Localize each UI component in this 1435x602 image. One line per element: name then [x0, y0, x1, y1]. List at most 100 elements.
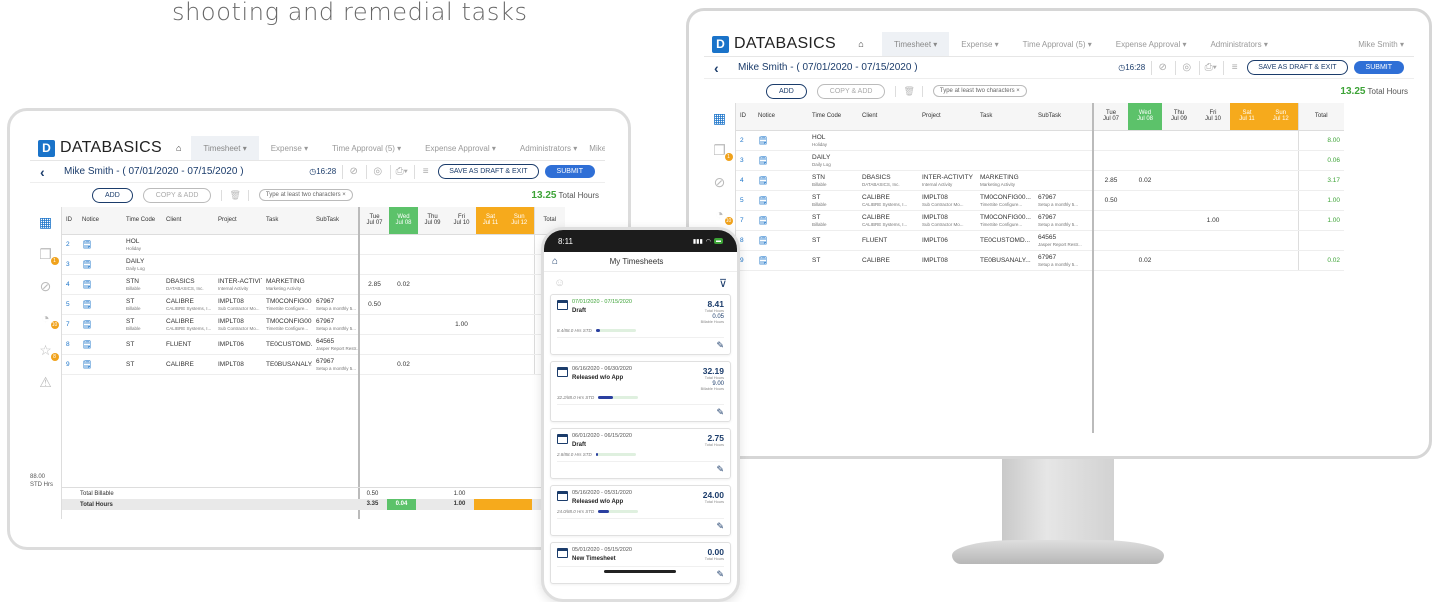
- hours-cell[interactable]: 0.02: [389, 354, 418, 375]
- hours-cell[interactable]: 0.02: [1128, 170, 1162, 191]
- hours-cell[interactable]: [389, 334, 418, 355]
- row-id[interactable]: 9: [62, 354, 78, 375]
- hours-cell[interactable]: [476, 234, 505, 255]
- hours-cell[interactable]: [1094, 210, 1128, 231]
- table-row[interactable]: 9 🗒︎ ST CALIBRE IMPLT08 TE0BUSANALY... 67967…: [62, 354, 358, 375]
- column-header-3[interactable]: Client: [858, 103, 918, 131]
- nav-item-2[interactable]: Time Approval (5) ▾: [1011, 32, 1104, 56]
- hours-cell[interactable]: 0.02: [1128, 250, 1162, 271]
- timesheet-icon[interactable]: ▦: [37, 213, 55, 231]
- hours-cell[interactable]: 0.50: [360, 294, 389, 315]
- hours-cell[interactable]: [1128, 210, 1162, 231]
- column-header-0[interactable]: ID: [62, 207, 78, 235]
- table-row[interactable]: 8 🗒︎ ST FLUENT IMPLT06 TE0CUSTOMD... 64565 Ja…: [62, 334, 358, 355]
- table-row[interactable]: 2 🗒︎ HOL Holiday: [62, 234, 358, 255]
- row-id[interactable]: 5: [62, 294, 78, 315]
- table-row[interactable]: 4 🗒︎ STN Billable DBASICS DATABASICS, Inc. I…: [62, 274, 358, 295]
- smiley-icon[interactable]: ☺: [554, 277, 565, 289]
- table-row[interactable]: 9 🗒︎ ST CALIBRE IMPLT08 TE0BUSANALY... 67967…: [736, 250, 1092, 271]
- no-entry-icon[interactable]: ⊘: [1151, 60, 1169, 75]
- timesheet-card[interactable]: 07/01/2020 - 07/15/2020 Draft 8.41 Total…: [550, 294, 731, 355]
- notice-icon[interactable]: 🗒︎: [82, 280, 92, 289]
- hours-cell[interactable]: [447, 274, 476, 295]
- row-id[interactable]: 3: [62, 254, 78, 275]
- hours-cell[interactable]: [1094, 250, 1128, 271]
- user-menu[interactable]: Mike Smith ▾: [1358, 40, 1414, 49]
- hours-cell[interactable]: [476, 314, 505, 335]
- hours-cell[interactable]: [1230, 230, 1264, 251]
- hours-cell[interactable]: [447, 254, 476, 275]
- menu-icon[interactable]: ≡: [1223, 60, 1241, 75]
- submit-button[interactable]: SUBMIT: [1353, 61, 1404, 74]
- copy-add-button[interactable]: COPY & ADD: [142, 187, 212, 203]
- nav-item-1[interactable]: Expense ▾: [949, 32, 1010, 56]
- hours-cell[interactable]: [389, 314, 418, 335]
- hours-cell[interactable]: 0.50: [1094, 190, 1128, 211]
- column-header-2[interactable]: Time Code: [808, 103, 858, 131]
- documents-icon[interactable]: ❐ 1: [37, 245, 59, 265]
- column-header-1[interactable]: Notice: [754, 103, 808, 131]
- nav-item-4[interactable]: Administrators ▾: [1198, 32, 1279, 56]
- hours-cell[interactable]: [418, 354, 447, 375]
- hours-cell[interactable]: [1196, 190, 1230, 211]
- hours-cell[interactable]: [505, 274, 534, 295]
- back-arrow-icon[interactable]: ‹: [40, 164, 54, 180]
- hours-cell[interactable]: [1162, 150, 1196, 171]
- column-header-0[interactable]: ID: [736, 103, 754, 131]
- hours-cell[interactable]: [389, 294, 418, 315]
- row-id[interactable]: 7: [736, 210, 754, 231]
- hours-cell[interactable]: [1196, 150, 1230, 171]
- hours-cell[interactable]: [1196, 130, 1230, 151]
- hours-cell[interactable]: [1230, 250, 1264, 271]
- phone-home-indicator[interactable]: [604, 570, 676, 573]
- hours-cell[interactable]: [1264, 210, 1298, 231]
- hours-cell[interactable]: [389, 254, 418, 275]
- nav-item-0[interactable]: Timesheet ▾: [191, 136, 259, 160]
- hours-cell[interactable]: [1264, 150, 1298, 171]
- print-icon[interactable]: ⎙▾: [1199, 60, 1217, 75]
- column-header-2[interactable]: Time Code: [122, 207, 162, 235]
- notice-icon[interactable]: 🗒︎: [82, 360, 92, 369]
- column-header-6[interactable]: SubTask: [1034, 103, 1092, 131]
- row-id[interactable]: 8: [62, 334, 78, 355]
- table-row[interactable]: 5 🗒︎ ST Billable CALIBRE CALIBRE Systems, I…: [736, 190, 1092, 211]
- copy-add-button[interactable]: COPY & ADD: [816, 83, 886, 99]
- hours-cell[interactable]: [1128, 190, 1162, 211]
- hours-cell[interactable]: [447, 334, 476, 355]
- hours-cell[interactable]: [360, 354, 389, 375]
- table-row[interactable]: 3 🗒︎ DAILY Daily Log: [736, 150, 1092, 171]
- user-menu[interactable]: Mike Smith ▾: [589, 144, 605, 153]
- documents-icon[interactable]: ❐ 1: [711, 141, 733, 161]
- hours-cell[interactable]: [360, 254, 389, 275]
- hours-cell[interactable]: [1128, 150, 1162, 171]
- star-icon[interactable]: ☆8: [37, 341, 59, 361]
- logo[interactable]: D DATABASICS: [704, 35, 836, 53]
- hours-cell[interactable]: [1264, 230, 1298, 251]
- timesheet-card[interactable]: 05/01/2020 - 05/15/2020 New Timesheet 0.…: [550, 542, 731, 584]
- row-id[interactable]: 4: [62, 274, 78, 295]
- clock-icon[interactable]: ◔ 10: [37, 309, 59, 329]
- home-icon[interactable]: ⌂: [850, 39, 872, 49]
- notice-icon[interactable]: 🗒︎: [82, 340, 92, 349]
- row-id[interactable]: 3: [736, 150, 754, 171]
- hours-cell[interactable]: [447, 294, 476, 315]
- hours-cell[interactable]: [360, 234, 389, 255]
- hours-cell[interactable]: 2.85: [1094, 170, 1128, 191]
- comment-icon[interactable]: ◎: [366, 164, 384, 179]
- hours-cell[interactable]: [389, 234, 418, 255]
- hours-cell[interactable]: [1196, 250, 1230, 271]
- hours-cell[interactable]: [1196, 170, 1230, 191]
- hours-cell[interactable]: [476, 354, 505, 375]
- column-header-4[interactable]: Project: [214, 207, 262, 235]
- hours-cell[interactable]: 1.00: [1196, 210, 1230, 231]
- hours-cell[interactable]: [360, 334, 389, 355]
- hours-cell[interactable]: [1094, 230, 1128, 251]
- column-header-4[interactable]: Project: [918, 103, 976, 131]
- no-entry-icon[interactable]: ⊘: [342, 164, 360, 179]
- column-header-5[interactable]: Task: [262, 207, 312, 235]
- trash-icon[interactable]: 🗑︎: [221, 189, 249, 201]
- timesheet-card[interactable]: 05/16/2020 - 05/31/2020 Released w/o App…: [550, 485, 731, 536]
- hours-cell[interactable]: [1264, 130, 1298, 151]
- hours-cell[interactable]: [505, 254, 534, 275]
- column-header-5[interactable]: Task: [976, 103, 1034, 131]
